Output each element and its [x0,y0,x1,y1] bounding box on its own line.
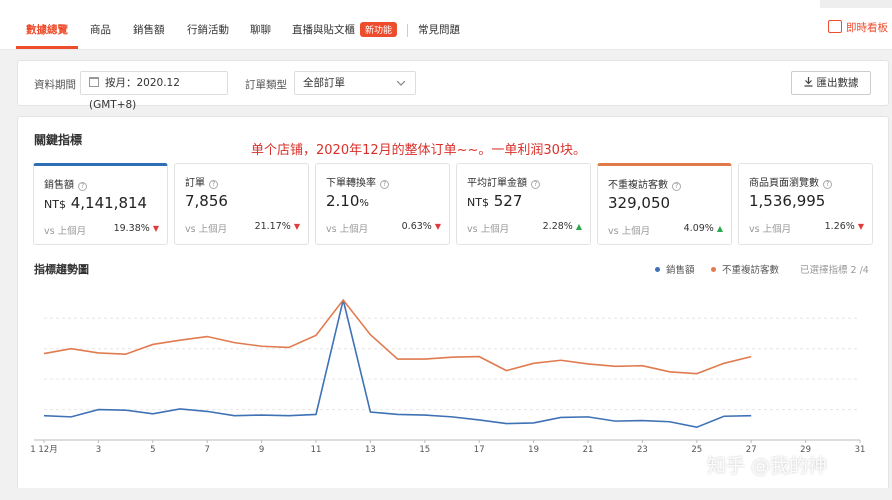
x-tick-label: 25 [691,445,702,455]
bottom-toolbar [0,488,892,500]
x-tick-label: 3 [96,445,101,455]
x-tick-label: 31 [855,445,866,455]
x-tick-label: 17 [474,445,485,455]
x-tick-label: 21 [583,445,594,455]
x-tick-label: 11 [311,445,322,455]
x-tick-label: 9 [259,445,264,455]
x-tick-label: 23 [637,445,648,455]
x-tick-label: 5 [150,445,155,455]
series-line-visitors [43,298,752,375]
x-tick-label: 1 12月 [30,445,57,455]
x-tick-label: 15 [419,445,430,455]
x-tick-label: 7 [204,445,209,455]
x-tick-label: 13 [365,445,376,455]
watermark: 知乎 @我的神 [707,455,828,477]
x-tick-label: 19 [528,445,539,455]
series-line-sales [43,299,752,429]
trend-line-chart: 1 12月 3 5 7 9 11 13 15 17 19 21 23 25 27 29 31 [30,298,866,455]
